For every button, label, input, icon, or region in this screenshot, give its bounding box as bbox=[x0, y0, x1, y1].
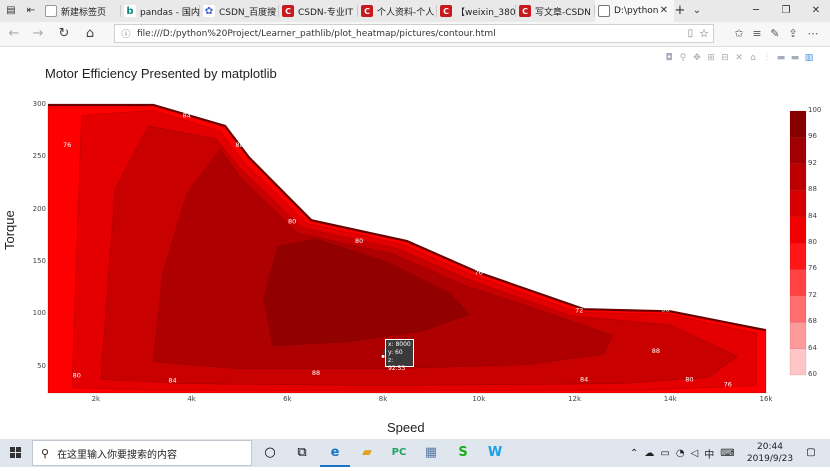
hover-z: z: 92.53 bbox=[388, 357, 406, 372]
colorbar-band-92 bbox=[789, 137, 807, 164]
contour-label: 80 bbox=[355, 237, 363, 245]
colorbar-tick-label: 60 bbox=[808, 370, 817, 378]
search-icon: ⚲ bbox=[41, 446, 50, 460]
colorbar-tick-label: 64 bbox=[808, 343, 817, 352]
ime-indicator[interactable]: 中 bbox=[704, 446, 714, 461]
colorbar-tick-label: 92 bbox=[808, 158, 817, 167]
colorbar-tick-label: 84 bbox=[808, 211, 817, 220]
file-explorer-icon[interactable]: ▰ bbox=[352, 439, 382, 467]
pycharm-icon[interactable]: PC bbox=[384, 439, 414, 467]
x-tick-label: 8k bbox=[378, 395, 388, 403]
contour-label: 84 bbox=[580, 375, 588, 383]
contour-label: 84 bbox=[168, 377, 176, 385]
contour-label: 80 bbox=[288, 217, 296, 225]
calculator-icon[interactable]: ▦ bbox=[416, 439, 446, 467]
colorbar-band-72 bbox=[789, 269, 807, 296]
colorbar-band-96 bbox=[789, 110, 807, 138]
volume-icon[interactable]: ◁ bbox=[691, 448, 699, 459]
notification-icon[interactable]: ▢ bbox=[804, 443, 818, 463]
colorbar-band-80 bbox=[789, 216, 807, 244]
taskbar-search-box[interactable]: ⚲ 在这里输入你要搜索的内容 bbox=[32, 440, 252, 466]
x-tick-label: 12k bbox=[568, 395, 582, 403]
colorbar-band-76 bbox=[789, 242, 807, 270]
colorbar-band-68 bbox=[789, 295, 807, 323]
colorbar-tick-label: 68 bbox=[808, 317, 817, 326]
x-tick-label: 2k bbox=[91, 395, 101, 403]
contour-label: 84 bbox=[183, 112, 191, 120]
colorbar-tick-label: 100 bbox=[808, 106, 822, 114]
colorbar-tick-label: 76 bbox=[808, 264, 817, 273]
y-tick-label: 150 bbox=[32, 257, 46, 266]
y-tick-label: 250 bbox=[32, 152, 46, 161]
cortana-icon[interactable]: ○ bbox=[255, 439, 285, 467]
network-icon[interactable]: ◔ bbox=[676, 448, 685, 459]
x-tick-label: 14k bbox=[663, 395, 677, 403]
s-app-icon[interactable]: S bbox=[448, 439, 478, 467]
battery-icon[interactable]: ▭ bbox=[660, 448, 669, 459]
colorbar-band-88 bbox=[789, 163, 807, 191]
contour-label: 80 bbox=[73, 371, 81, 379]
task-view-icon[interactable]: ⧉ bbox=[287, 439, 317, 467]
colorbar-tick-label: 96 bbox=[808, 132, 817, 141]
y-tick-label: 200 bbox=[32, 204, 46, 213]
contour-label: 88 bbox=[235, 141, 243, 149]
windows-logo-icon bbox=[10, 447, 21, 458]
contour-label: 76 bbox=[724, 381, 732, 389]
y-tick-label: 100 bbox=[32, 309, 46, 318]
system-tray: ⌃ ☁ ▭ ◔ ◁ 中 ⌨ bbox=[630, 439, 735, 467]
colorbar-band-84 bbox=[789, 189, 807, 217]
x-tick-label: 10k bbox=[472, 395, 486, 403]
edge-browser-icon[interactable]: e bbox=[320, 439, 350, 467]
contour-label: 88 bbox=[661, 305, 669, 313]
y-tick-label: 50 bbox=[37, 361, 46, 370]
colorbar-tick-label: 80 bbox=[808, 238, 817, 246]
hover-tooltip: x: 8000 y: 60 z: 92.53 bbox=[382, 339, 414, 372]
contour-label: 76 bbox=[475, 269, 483, 277]
windows-taskbar: ⚲ 在这里输入你要搜索的内容 ○ ⧉ e ▰ PC ▦ S W ⌃ ☁ ▭ ◔ … bbox=[0, 439, 830, 467]
contour-label: 88 bbox=[312, 369, 320, 377]
hover-y: y: 60 bbox=[388, 349, 403, 356]
taskbar-clock[interactable]: 20:44 2019/9/23 bbox=[740, 441, 800, 465]
cloud-icon[interactable]: ☁ bbox=[644, 448, 654, 459]
colorbar-tick-label: 72 bbox=[808, 290, 817, 299]
x-tick-label: 6k bbox=[283, 395, 292, 403]
start-button[interactable] bbox=[0, 439, 32, 467]
colorbar-tick-label: 88 bbox=[808, 185, 817, 194]
colorbar-band-64 bbox=[789, 322, 807, 349]
hover-x: x: 8000 bbox=[388, 341, 411, 348]
x-tick-label: 16k bbox=[759, 395, 773, 403]
clock-time: 20:44 bbox=[757, 442, 783, 452]
clock-date: 2019/9/23 bbox=[746, 454, 794, 464]
contour-plot-svg: 76 84 88 80 80 76 72 88 88 80 84 88 84 80 76 bbox=[47, 103, 807, 394]
contour-label: 72 bbox=[575, 306, 583, 314]
w-app-icon[interactable]: W bbox=[480, 439, 510, 467]
contour-label: 88 bbox=[652, 347, 660, 355]
x-axis-label: Speed bbox=[387, 420, 425, 435]
keyboard-icon[interactable]: ⌨ bbox=[720, 448, 734, 459]
colorbar-band-60 bbox=[789, 348, 807, 376]
y-axis-label: Torque bbox=[2, 210, 17, 250]
contour-label: 76 bbox=[63, 141, 71, 149]
x-tick-label: 4k bbox=[187, 395, 196, 403]
search-placeholder: 在这里输入你要搜索的内容 bbox=[57, 449, 178, 461]
y-tick-label: 300 bbox=[32, 100, 46, 108]
contour-label: 80 bbox=[685, 375, 693, 383]
show-hidden-icons-icon[interactable]: ⌃ bbox=[630, 448, 638, 459]
